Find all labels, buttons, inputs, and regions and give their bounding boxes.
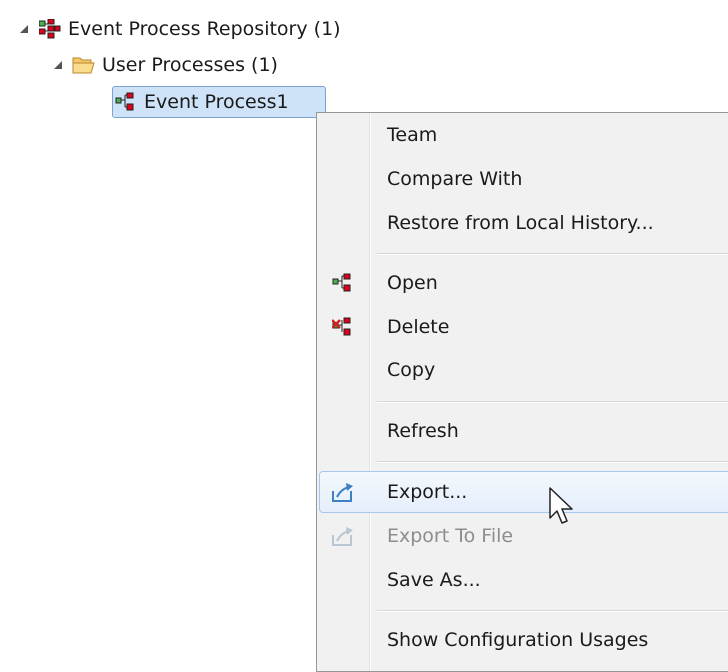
menu-item-save-as[interactable]: Save As... [317,559,728,601]
menu-item-label: Open [387,272,438,294]
event-process-icon [329,269,357,297]
expand-triangle-icon[interactable] [16,21,32,37]
tree-row-user-processes[interactable]: User Processes (1) [50,50,278,80]
mouse-pointer-icon [549,487,573,524]
menu-item-compare-with[interactable]: Compare With [317,158,728,200]
menu-item-refresh[interactable]: Refresh [317,410,728,452]
menu-item-label: Restore from Local History... [387,212,654,234]
menu-item-label: Delete [387,316,450,338]
repository-icon [38,18,62,40]
menu-item-restore-local-history[interactable]: Restore from Local History... [317,202,728,244]
delete-process-icon [329,313,357,341]
tree-label-event-process: Event Process1 [144,91,289,113]
menu-item-show-configuration-usages[interactable]: Show Configuration Usages [317,619,728,661]
menu-item-label: Export To File [387,525,514,547]
menu-separator [377,610,728,612]
tree-row-repository[interactable]: Event Process Repository (1) [16,14,341,44]
menu-item-export[interactable]: Export... [317,471,728,513]
menu-item-label: Refresh [387,420,459,442]
folder-open-icon [72,54,96,76]
event-process-icon [114,91,138,113]
menu-separator [377,253,728,255]
tree-label-repository: Event Process Repository (1) [68,18,341,40]
menu-item-delete[interactable]: Delete [317,306,728,348]
export-icon [329,522,357,550]
menu-item-label: Team [387,124,438,146]
menu-item-export-to-file[interactable]: Export To File [317,515,728,557]
menu-item-label: Copy [387,359,436,381]
menu-item-team[interactable]: Team [317,114,728,156]
expand-triangle-icon[interactable] [50,57,66,73]
export-icon [329,478,357,506]
menu-item-open[interactable]: Open [317,262,728,304]
menu-separator [377,461,728,463]
menu-item-label: Compare With [387,168,523,190]
context-menu: Team Compare With Restore from Local His… [316,112,728,672]
menu-item-label: Save As... [387,569,481,591]
tree-label-user-processes: User Processes (1) [102,54,278,76]
menu-separator [377,401,728,403]
menu-item-label: Show Configuration Usages [387,629,649,651]
menu-item-copy[interactable]: Copy [317,349,728,391]
tree-row-event-process[interactable]: Event Process1 [114,87,289,117]
menu-item-label: Export... [387,481,468,503]
